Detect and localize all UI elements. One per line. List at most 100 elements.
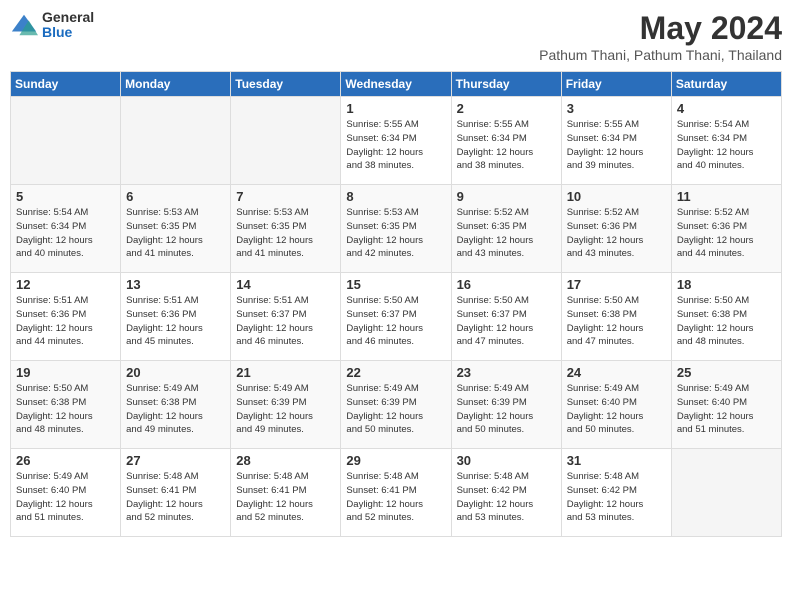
col-header-tuesday: Tuesday	[231, 72, 341, 97]
day-cell: 10Sunrise: 5:52 AM Sunset: 6:36 PM Dayli…	[561, 185, 671, 273]
week-row-4: 19Sunrise: 5:50 AM Sunset: 6:38 PM Dayli…	[11, 361, 782, 449]
day-cell: 16Sunrise: 5:50 AM Sunset: 6:37 PM Dayli…	[451, 273, 561, 361]
logo-icon	[10, 11, 38, 39]
subtitle: Pathum Thani, Pathum Thani, Thailand	[539, 47, 782, 63]
day-detail: Sunrise: 5:49 AM Sunset: 6:39 PM Dayligh…	[346, 382, 445, 437]
day-number: 3	[567, 101, 666, 116]
day-detail: Sunrise: 5:55 AM Sunset: 6:34 PM Dayligh…	[457, 118, 556, 173]
day-detail: Sunrise: 5:50 AM Sunset: 6:37 PM Dayligh…	[457, 294, 556, 349]
main-title: May 2024	[539, 10, 782, 47]
day-detail: Sunrise: 5:53 AM Sunset: 6:35 PM Dayligh…	[236, 206, 335, 261]
day-number: 12	[16, 277, 115, 292]
day-number: 23	[457, 365, 556, 380]
day-cell: 17 Sunrise: 5:50 AM Sunset: 6:38 PM Dayli…	[561, 273, 671, 361]
day-cell: 23 Sunrise: 5:49 AM Sunset: 6:39 PM Dayli…	[451, 361, 561, 449]
day-number: 14	[236, 277, 335, 292]
day-number: 17	[567, 277, 666, 292]
day-cell: 20 Sunrise: 5:49 AM Sunset: 6:38 PM Dayli…	[121, 361, 231, 449]
day-detail: Sunrise: 5:50 AM Sunset: 6:38 PM Dayligh…	[567, 294, 666, 349]
day-cell: 14 Sunrise: 5:51 AM Sunset: 6:37 PM Dayli…	[231, 273, 341, 361]
day-detail: Sunrise: 5:51 AM Sunset: 6:37 PM Dayligh…	[236, 294, 335, 349]
day-cell	[11, 97, 121, 185]
day-detail: Sunrise: 5:49 AM Sunset: 6:39 PM Dayligh…	[236, 382, 335, 437]
day-detail: Sunrise: 5:48 AM Sunset: 6:42 PM Dayligh…	[457, 470, 556, 525]
day-cell: 5Sunrise: 5:54 AM Sunset: 6:34 PM Daylig…	[11, 185, 121, 273]
day-detail: Sunrise: 5:55 AM Sunset: 6:34 PM Dayligh…	[567, 118, 666, 173]
day-number: 18	[677, 277, 776, 292]
page-header: General Blue May 2024 Pathum Thani, Path…	[10, 10, 782, 63]
week-row-2: 5Sunrise: 5:54 AM Sunset: 6:34 PM Daylig…	[11, 185, 782, 273]
col-header-sunday: Sunday	[11, 72, 121, 97]
day-cell: 13 Sunrise: 5:51 AM Sunset: 6:36 PM Dayli…	[121, 273, 231, 361]
day-detail: Sunrise: 5:51 AM Sunset: 6:36 PM Dayligh…	[16, 294, 115, 349]
day-cell: 24 Sunrise: 5:49 AM Sunset: 6:40 PM Dayli…	[561, 361, 671, 449]
day-detail: Sunrise: 5:52 AM Sunset: 6:36 PM Dayligh…	[677, 206, 776, 261]
day-cell: 19Sunrise: 5:50 AM Sunset: 6:38 PM Dayli…	[11, 361, 121, 449]
day-cell: 9 Sunrise: 5:52 AM Sunset: 6:35 PM Daylig…	[451, 185, 561, 273]
day-detail: Sunrise: 5:54 AM Sunset: 6:34 PM Dayligh…	[677, 118, 776, 173]
day-number: 1	[346, 101, 445, 116]
day-number: 11	[677, 189, 776, 204]
day-cell: 7Sunrise: 5:53 AM Sunset: 6:35 PM Daylig…	[231, 185, 341, 273]
day-cell: 21 Sunrise: 5:49 AM Sunset: 6:39 PM Dayli…	[231, 361, 341, 449]
day-number: 29	[346, 453, 445, 468]
day-cell	[121, 97, 231, 185]
day-number: 24	[567, 365, 666, 380]
day-cell: 6Sunrise: 5:53 AM Sunset: 6:35 PM Daylig…	[121, 185, 231, 273]
day-detail: Sunrise: 5:49 AM Sunset: 6:39 PM Dayligh…	[457, 382, 556, 437]
day-cell: 25Sunrise: 5:49 AM Sunset: 6:40 PM Dayli…	[671, 361, 781, 449]
day-number: 10	[567, 189, 666, 204]
day-cell: 31 Sunrise: 5:48 AM Sunset: 6:42 PM Dayli…	[561, 449, 671, 537]
day-detail: Sunrise: 5:48 AM Sunset: 6:42 PM Dayligh…	[567, 470, 666, 525]
col-header-thursday: Thursday	[451, 72, 561, 97]
col-header-wednesday: Wednesday	[341, 72, 451, 97]
day-number: 27	[126, 453, 225, 468]
day-number: 20	[126, 365, 225, 380]
week-row-5: 26Sunrise: 5:49 AM Sunset: 6:40 PM Dayli…	[11, 449, 782, 537]
day-number: 9	[457, 189, 556, 204]
day-number: 30	[457, 453, 556, 468]
day-cell: 27 Sunrise: 5:48 AM Sunset: 6:41 PM Dayli…	[121, 449, 231, 537]
day-detail: Sunrise: 5:53 AM Sunset: 6:35 PM Dayligh…	[346, 206, 445, 261]
day-detail: Sunrise: 5:48 AM Sunset: 6:41 PM Dayligh…	[236, 470, 335, 525]
logo: General Blue	[10, 10, 94, 41]
day-detail: Sunrise: 5:53 AM Sunset: 6:35 PM Dayligh…	[126, 206, 225, 261]
day-cell: 4 Sunrise: 5:54 AM Sunset: 6:34 PM Daylig…	[671, 97, 781, 185]
day-cell: 26Sunrise: 5:49 AM Sunset: 6:40 PM Dayli…	[11, 449, 121, 537]
day-number: 22	[346, 365, 445, 380]
day-cell: 3 Sunrise: 5:55 AM Sunset: 6:34 PM Daylig…	[561, 97, 671, 185]
day-number: 31	[567, 453, 666, 468]
day-detail: Sunrise: 5:49 AM Sunset: 6:38 PM Dayligh…	[126, 382, 225, 437]
day-cell	[231, 97, 341, 185]
day-cell: 29 Sunrise: 5:48 AM Sunset: 6:41 PM Dayli…	[341, 449, 451, 537]
day-number: 4	[677, 101, 776, 116]
day-cell: 1Sunrise: 5:55 AM Sunset: 6:34 PM Daylig…	[341, 97, 451, 185]
day-cell: 12 Sunrise: 5:51 AM Sunset: 6:36 PM Dayli…	[11, 273, 121, 361]
day-detail: Sunrise: 5:52 AM Sunset: 6:35 PM Dayligh…	[457, 206, 556, 261]
title-block: May 2024 Pathum Thani, Pathum Thani, Tha…	[539, 10, 782, 63]
col-header-saturday: Saturday	[671, 72, 781, 97]
day-number: 5	[16, 189, 115, 204]
day-number: 8	[346, 189, 445, 204]
day-number: 2	[457, 101, 556, 116]
col-header-monday: Monday	[121, 72, 231, 97]
week-row-3: 12 Sunrise: 5:51 AM Sunset: 6:36 PM Dayli…	[11, 273, 782, 361]
day-cell: 28Sunrise: 5:48 AM Sunset: 6:41 PM Dayli…	[231, 449, 341, 537]
day-cell: 2 Sunrise: 5:55 AM Sunset: 6:34 PM Daylig…	[451, 97, 561, 185]
day-number: 26	[16, 453, 115, 468]
day-detail: Sunrise: 5:50 AM Sunset: 6:38 PM Dayligh…	[677, 294, 776, 349]
day-detail: Sunrise: 5:49 AM Sunset: 6:40 PM Dayligh…	[567, 382, 666, 437]
day-detail: Sunrise: 5:49 AM Sunset: 6:40 PM Dayligh…	[677, 382, 776, 437]
day-cell: 15Sunrise: 5:50 AM Sunset: 6:37 PM Dayli…	[341, 273, 451, 361]
week-row-1: 1 Sunrise: 5:55 AM Sunset: 6:34 PM Daylig…	[11, 97, 782, 185]
day-number: 21	[236, 365, 335, 380]
day-detail: Sunrise: 5:48 AM Sunset: 6:41 PM Dayligh…	[126, 470, 225, 525]
day-cell: 18 Sunrise: 5:50 AM Sunset: 6:38 PM Dayli…	[671, 273, 781, 361]
day-detail: Sunrise: 5:51 AM Sunset: 6:36 PM Dayligh…	[126, 294, 225, 349]
day-cell: 8 Sunrise: 5:53 AM Sunset: 6:35 PM Daylig…	[341, 185, 451, 273]
day-number: 13	[126, 277, 225, 292]
header-row: SundayMondayTuesdayWednesdayThursdayFrid…	[11, 72, 782, 97]
day-cell: 11 Sunrise: 5:52 AM Sunset: 6:36 PM Dayli…	[671, 185, 781, 273]
day-detail: Sunrise: 5:48 AM Sunset: 6:41 PM Dayligh…	[346, 470, 445, 525]
col-header-friday: Friday	[561, 72, 671, 97]
